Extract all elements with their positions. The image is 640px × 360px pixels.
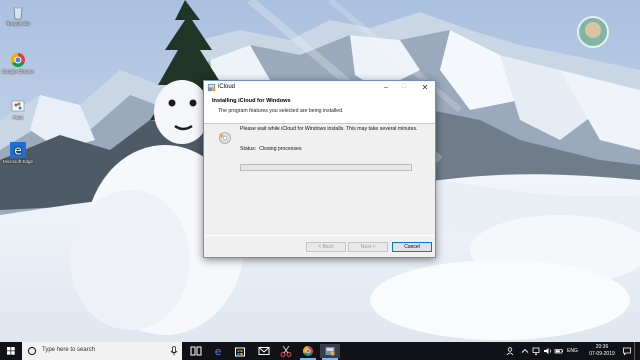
windows-logo-icon — [7, 347, 15, 355]
install-progress-bar — [240, 164, 412, 171]
next-button[interactable]: Next > — [348, 242, 388, 252]
mail-icon — [258, 347, 270, 355]
close-button[interactable]: ✕ — [418, 81, 432, 94]
clock-time: 20:36 — [595, 344, 609, 350]
desktop-icon-label: Google Chrome — [2, 69, 34, 74]
desktop-icon-chrome[interactable]: Google Chrome — [2, 52, 34, 74]
status-line: Status: Closing processes — [240, 146, 302, 152]
snipping-icon — [280, 345, 292, 357]
svg-text:e: e — [14, 144, 21, 158]
maximize-button[interactable]: ☐ — [397, 81, 411, 94]
desktop-icon-label: Paint — [12, 115, 24, 120]
taskbar-chrome[interactable] — [298, 344, 318, 360]
taskbar-store[interactable] — [230, 344, 250, 358]
desktop-icon-recycle-bin[interactable]: Recycle Bin — [2, 4, 34, 26]
notification-icon[interactable] — [622, 346, 632, 356]
language-indicator[interactable]: ENG — [567, 348, 578, 354]
title-bar[interactable]: iCloud – ☐ ✕ — [204, 81, 435, 94]
installer-body: Please wait while iCloud for Windows ins… — [204, 125, 435, 235]
taskbar-task-view[interactable] — [186, 344, 206, 358]
installer-disc-icon — [219, 132, 231, 144]
installer-icon — [325, 347, 335, 356]
footer-divider — [204, 235, 435, 236]
installer-header: Installing iCloud for Windows The progra… — [204, 94, 435, 124]
taskbar-edge[interactable]: e — [208, 344, 228, 358]
status-label: Status: — [240, 146, 257, 152]
back-button[interactable]: < Back — [306, 242, 346, 252]
desktop-icon-edge[interactable]: e Microsoft Edge — [2, 142, 34, 164]
status-value: Closing processes — [259, 146, 302, 152]
desktop-icon-label: Microsoft Edge — [2, 159, 33, 164]
taskbar-mail[interactable] — [254, 344, 274, 358]
desktop-icon-label: Recycle Bin — [6, 21, 30, 26]
system-clock[interactable]: 20:36 07-09-2019 — [585, 344, 619, 358]
desktop-icon-paint[interactable]: Paint — [2, 98, 34, 120]
install-message: Please wait while iCloud for Windows ins… — [240, 126, 418, 132]
edge-icon: e — [10, 142, 26, 158]
taskbar-search-box[interactable]: Type here to search — [22, 342, 182, 360]
search-placeholder: Type here to search — [42, 347, 96, 353]
header-title: Installing iCloud for Windows — [212, 98, 291, 104]
network-icon[interactable] — [532, 346, 542, 356]
chrome-icon — [11, 53, 25, 67]
taskbar-snipping-tool[interactable] — [276, 344, 296, 358]
cancel-button[interactable]: Cancel — [392, 242, 432, 252]
taskbar-installer[interactable] — [320, 344, 340, 360]
search-icon — [27, 346, 37, 356]
installer-window: iCloud – ☐ ✕ Installing iCloud for Windo… — [203, 80, 436, 258]
svg-text:e: e — [215, 345, 222, 358]
microphone-icon[interactable] — [170, 346, 178, 356]
header-subtitle: The program features you selected are be… — [218, 108, 344, 114]
taskbar: Type here to search e ENG 20:36 07-09-20… — [0, 342, 640, 360]
people-icon[interactable] — [506, 346, 516, 356]
paint-icon — [11, 100, 25, 112]
volume-icon[interactable] — [543, 346, 553, 356]
chrome-icon — [303, 346, 313, 356]
window-title: iCloud — [218, 84, 236, 90]
clock-date: 07-09-2019 — [589, 351, 615, 357]
battery-icon[interactable] — [554, 346, 564, 356]
task-view-icon — [190, 346, 202, 356]
recycle-bin-icon — [13, 7, 23, 20]
chevron-up-icon[interactable] — [520, 346, 530, 356]
installer-app-icon — [207, 83, 216, 92]
show-desktop-button[interactable] — [634, 342, 640, 360]
start-button[interactable] — [0, 342, 22, 360]
edge-icon: e — [215, 345, 222, 358]
minimize-button[interactable]: – — [379, 81, 393, 94]
store-icon — [235, 347, 245, 357]
